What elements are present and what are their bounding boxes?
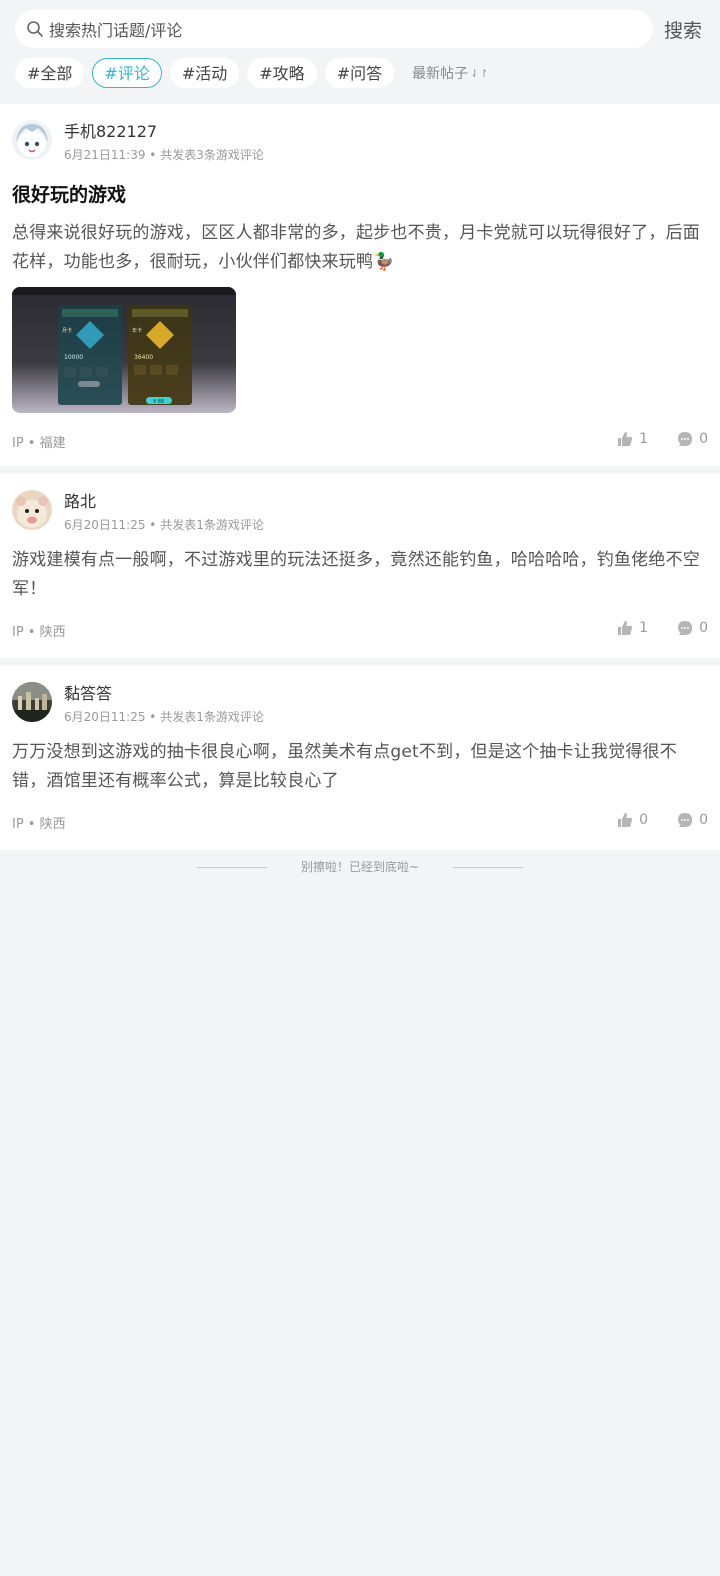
end-of-list: 别擦啦！已经到底啦~ <box>0 858 720 875</box>
like-button[interactable]: 1 <box>617 431 648 447</box>
comment-button[interactable]: 0 <box>677 620 708 636</box>
tag-qa[interactable]: #问答 <box>324 58 395 88</box>
username[interactable]: 路北 <box>64 488 96 512</box>
tag-comments[interactable]: #评论 <box>92 58 162 88</box>
post-body: 万万没想到这游戏的抽卡很良心啊，虽然美术有点get不到，但是这个抽卡让我觉得很不… <box>12 742 677 791</box>
post-card[interactable]: 路北 6月20日11:25 • 共发表1条游戏评论 游戏建模有点一般啊，不过游戏… <box>0 474 720 658</box>
tag-filter-bar: #全部 #评论 #活动 #攻略 #问答 最新帖子 ⇃↾ <box>15 58 489 88</box>
comment-button[interactable]: 0 <box>677 431 708 447</box>
post-footer: IP • 陕西 0 0 <box>12 794 708 850</box>
ip-location: IP • 陕西 <box>12 817 66 832</box>
post-header: 黏答答 6月20日11:25 • 共发表1条游戏评论 <box>12 666 708 724</box>
comment-icon <box>678 621 693 635</box>
image-left-card-value: 10000 <box>64 354 83 361</box>
post-header: 路北 6月20日11:25 • 共发表1条游戏评论 <box>12 474 708 532</box>
sort-dropdown[interactable]: 最新帖子 ⇃↾ <box>412 63 488 83</box>
search-input[interactable]: 搜索热门话题/评论 <box>15 10 653 48</box>
avatar[interactable] <box>12 490 52 530</box>
post-body: 游戏建模有点一般啊，不过游戏里的玩法还挺多，竟然还能钓鱼，哈哈哈哈，钓鱼佬绝不空… <box>12 550 700 599</box>
post-meta: 6月20日11:25 • 共发表1条游戏评论 <box>64 710 264 724</box>
post-footer: IP • 陕西 1 0 <box>12 602 708 658</box>
sort-arrows-icon: ⇃↾ <box>470 66 489 80</box>
post-title: 很好玩的游戏 <box>12 184 127 206</box>
sort-label: 最新帖子 <box>412 66 469 82</box>
thumbs-up-icon <box>618 621 633 635</box>
like-button[interactable]: 0 <box>617 812 648 828</box>
like-count: 1 <box>639 431 648 447</box>
image-right-card-value: 36400 <box>134 354 153 361</box>
username[interactable]: 黏答答 <box>64 680 112 704</box>
like-count: 1 <box>639 620 648 636</box>
end-text: 别擦啦！已经到底啦~ <box>300 860 420 874</box>
comment-icon <box>678 813 693 827</box>
comment-count: 0 <box>699 431 708 447</box>
comment-count: 0 <box>699 620 708 636</box>
tag-events[interactable]: #活动 <box>169 58 240 88</box>
post-meta: 6月20日11:25 • 共发表1条游戏评论 <box>64 518 264 532</box>
username[interactable]: 手机822127 <box>64 118 157 142</box>
thumbs-up-icon <box>618 813 633 827</box>
comment-count: 0 <box>699 812 708 828</box>
avatar[interactable] <box>12 120 52 160</box>
ip-location: IP • 陕西 <box>12 625 66 640</box>
post-card[interactable]: 黏答答 6月20日11:25 • 共发表1条游戏评论 万万没想到这游戏的抽卡很良… <box>0 666 720 850</box>
divider <box>196 867 267 868</box>
post-meta: 6月21日11:39 • 共发表3条游戏评论 <box>64 148 264 162</box>
post-card[interactable]: 手机822127 6月21日11:39 • 共发表3条游戏评论 很好玩的游戏 总… <box>0 104 720 466</box>
tag-guides[interactable]: #攻略 <box>247 58 317 88</box>
post-footer: IP • 福建 1 0 <box>12 413 708 469</box>
search-button[interactable]: 搜索 <box>664 16 702 43</box>
post-body: 总得来说很好玩的游戏，区区人都非常的多，起步也不贵，月卡党就可以玩得很好了，后面… <box>12 223 700 272</box>
divider <box>453 867 524 868</box>
post-image[interactable]: 月卡 年卡 10000 36400 ¥ 88 <box>12 287 236 413</box>
like-button[interactable]: 1 <box>617 620 648 636</box>
search-icon <box>27 21 43 37</box>
comment-icon <box>678 432 693 446</box>
post-header: 手机822127 6月21日11:39 • 共发表3条游戏评论 <box>12 104 708 162</box>
ip-location: IP • 福建 <box>12 436 66 451</box>
comment-button[interactable]: 0 <box>677 812 708 828</box>
image-button: ¥ 88 <box>153 399 164 405</box>
avatar[interactable] <box>12 682 52 722</box>
search-placeholder: 搜索热门话题/评论 <box>49 21 183 40</box>
thumbs-up-icon <box>618 432 633 446</box>
image-left-card-title: 月卡 <box>62 327 72 334</box>
image-right-card-title: 年卡 <box>132 327 142 334</box>
like-count: 0 <box>639 812 648 828</box>
top-bar: 搜索热门话题/评论 搜索 #全部 #评论 #活动 #攻略 #问答 最新帖子 ⇃↾ <box>0 0 720 104</box>
tag-all[interactable]: #全部 <box>15 58 85 88</box>
